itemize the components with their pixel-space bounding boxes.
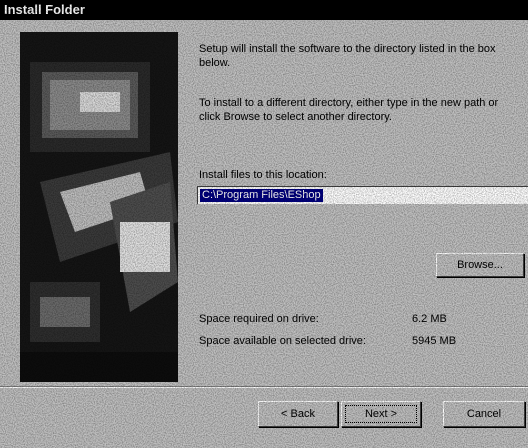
install-location-label: Install files to this location: <box>199 169 327 181</box>
space-available-label: Space available on selected drive: <box>199 335 366 347</box>
install-folder-dialog: Install Folder Setup will install the so… <box>0 0 528 448</box>
space-available-value: 5945 MB <box>412 335 457 347</box>
back-button[interactable]: < Back <box>258 401 338 427</box>
instructions-text: To install to a different directory, eit… <box>199 97 499 123</box>
space-required-label: Space required on drive: <box>199 313 319 325</box>
cancel-button[interactable]: Cancel <box>443 401 525 427</box>
space-required-value: 6.2 MB <box>412 313 447 325</box>
install-path-value: C:\Program Files\EShop <box>200 189 323 202</box>
divider <box>0 386 528 388</box>
install-path-field[interactable]: C:\Program Files\EShop <box>197 186 528 204</box>
intro-text: Setup will install the software to the d… <box>199 43 496 69</box>
next-button-label: Next > <box>345 405 417 423</box>
browse-button[interactable]: Browse... <box>436 253 524 277</box>
setup-side-image <box>20 32 178 382</box>
next-button[interactable]: Next > <box>341 401 421 427</box>
window-title: Install Folder <box>0 0 528 20</box>
computer-illustration-icon <box>20 32 178 382</box>
